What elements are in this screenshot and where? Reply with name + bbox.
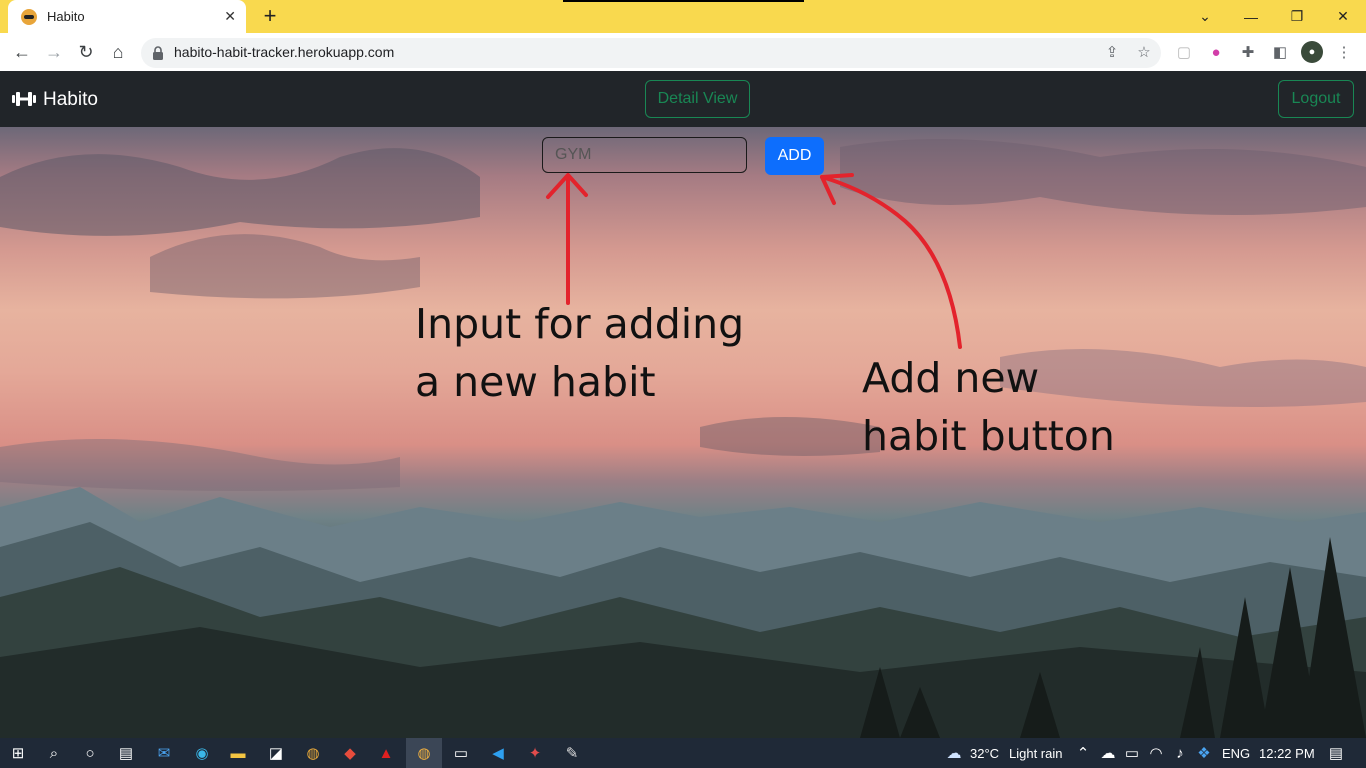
weather-desc[interactable]: Light rain [1009, 738, 1062, 768]
dropbox-icon[interactable]: ❖ [1192, 738, 1216, 768]
lock-icon[interactable] [152, 46, 164, 60]
weather-cloud-icon[interactable]: ☁ [936, 738, 972, 768]
forward-icon[interactable]: → [40, 38, 68, 66]
web-page: Habito Detail View Logout ADD Input for … [0, 71, 1366, 738]
battery-icon[interactable]: ▭ [1120, 738, 1144, 768]
chrome-active-icon[interactable]: ◍ [406, 738, 442, 768]
acrobat-icon[interactable]: ▲ [368, 738, 404, 768]
onedrive-icon[interactable]: ☁ [1096, 738, 1120, 768]
bookmark-star-icon[interactable]: ☆ [1133, 41, 1155, 63]
vscode-icon[interactable]: ◀ [480, 738, 516, 768]
habito-favicon-icon [21, 8, 37, 25]
annotation-button-note: Add new habit button [862, 354, 1115, 460]
edge-icon[interactable]: ◉ [184, 738, 220, 768]
wifi-icon[interactable]: ◠ [1144, 738, 1168, 768]
new-tab-icon[interactable]: + [258, 4, 282, 28]
mail-icon[interactable]: ✉ [146, 738, 182, 768]
back-icon[interactable]: ← [8, 38, 36, 66]
show-hidden-chevron-icon[interactable]: ⌃ [1070, 738, 1096, 768]
tab-title: Habito [47, 9, 85, 24]
file-explorer-icon[interactable]: ▬ [220, 738, 256, 768]
chrome-icon[interactable]: ◍ [295, 738, 331, 768]
home-icon[interactable]: ⌂ [104, 38, 132, 66]
app2-icon[interactable]: ✦ [517, 738, 553, 768]
task-view-icon[interactable]: ▤ [108, 738, 144, 768]
browser-tab[interactable]: Habito ✕ [8, 0, 246, 33]
extension-icon[interactable]: ▢ [1173, 41, 1195, 63]
notifications-icon[interactable]: ▤ [1318, 738, 1354, 768]
search-icon[interactable]: ⌕ [36, 738, 72, 768]
restore-icon[interactable]: ❐ [1274, 0, 1320, 33]
extensions-puzzle-icon[interactable]: ✚ [1237, 41, 1259, 63]
close-icon[interactable]: ✕ [224, 8, 236, 25]
side-panel-icon[interactable]: ◧ [1269, 41, 1291, 63]
minimize-icon[interactable]: — [1228, 0, 1274, 33]
tab-search-chevron-icon[interactable]: ⌄ [1182, 0, 1228, 33]
language-indicator[interactable]: ENG [1222, 738, 1250, 768]
clock[interactable]: 12:22 PM [1259, 738, 1315, 768]
tab-drag-indicator [563, 0, 804, 2]
profile-avatar[interactable]: ● [1301, 41, 1323, 63]
window-close-icon[interactable]: ✕ [1320, 0, 1366, 33]
color-picker-extension-icon[interactable]: ● [1205, 41, 1227, 63]
weather-temp[interactable]: 32°C [970, 738, 999, 768]
reload-icon[interactable]: ↻ [72, 38, 100, 66]
paint-icon[interactable]: ✎ [554, 738, 590, 768]
annotation-input-note: Input for adding a new habit [415, 300, 745, 406]
terminal-icon[interactable]: ▭ [443, 738, 479, 768]
share-icon[interactable]: ⇪ [1101, 41, 1123, 63]
app-icon[interactable]: ◆ [332, 738, 368, 768]
url-text[interactable]: habito-habit-tracker.herokuapp.com [174, 44, 394, 60]
menu-kebab-icon[interactable]: ⋮ [1333, 41, 1355, 63]
feedback-icon[interactable]: ◪ [258, 738, 294, 768]
windows-start-icon[interactable]: ⊞ [0, 738, 36, 768]
volume-icon[interactable]: ♪ [1168, 738, 1192, 768]
cortana-icon[interactable]: ○ [72, 738, 108, 768]
